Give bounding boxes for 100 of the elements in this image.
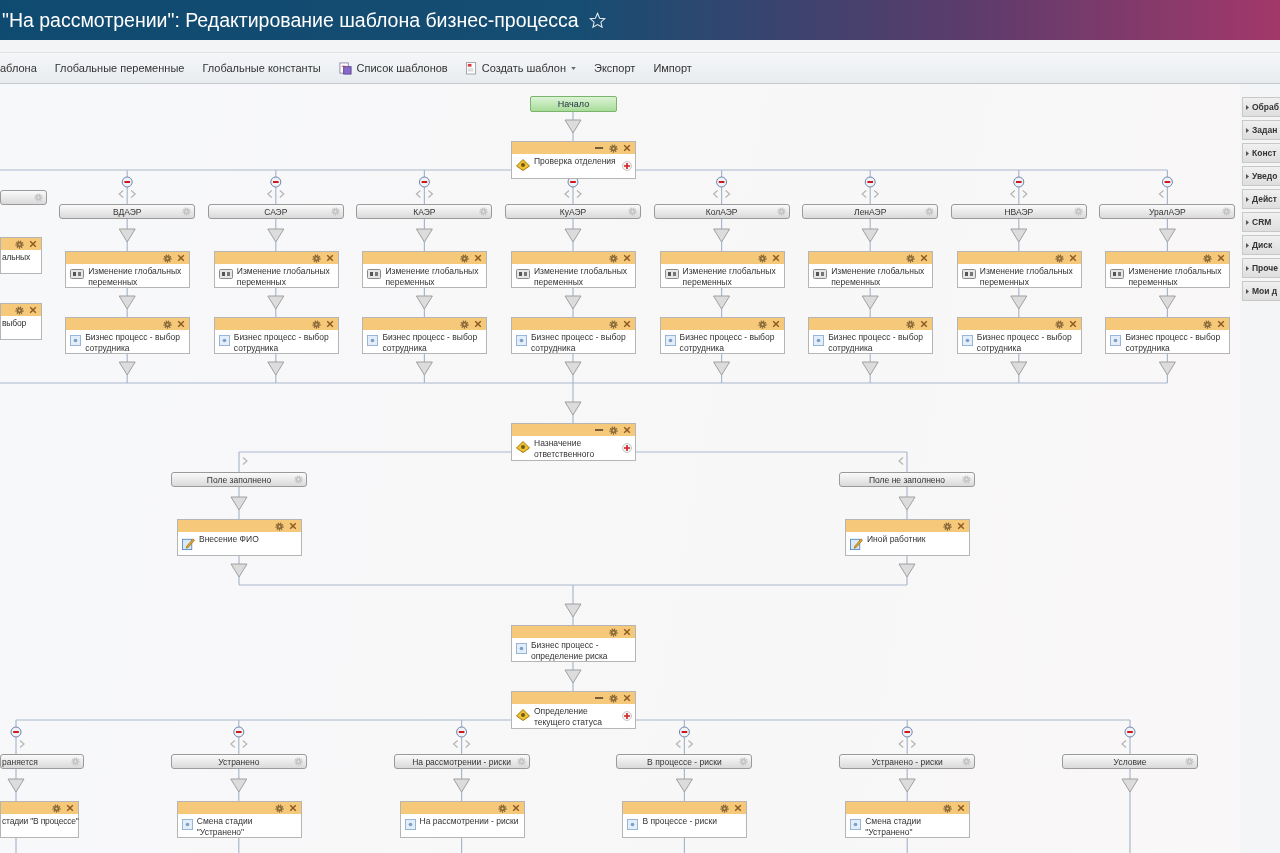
toolbar-button[interactable]: Глобальные константы xyxy=(194,62,329,74)
gear-icon[interactable] xyxy=(1054,319,1064,329)
gear-icon[interactable] xyxy=(163,253,173,263)
star-icon[interactable] xyxy=(588,11,606,29)
panel-tab[interactable]: Конст xyxy=(1242,143,1280,163)
activity-block[interactable]: Бизнес процесс - выбор сотрудника xyxy=(1105,317,1231,354)
panel-tab[interactable]: Мои д xyxy=(1242,281,1280,301)
close-icon[interactable] xyxy=(1217,254,1226,262)
panel-tab[interactable]: Проче xyxy=(1242,258,1280,278)
remove-branch-button[interactable] xyxy=(1124,726,1136,738)
panel-tab[interactable]: Обраб xyxy=(1242,97,1280,117)
close-icon[interactable] xyxy=(623,144,631,152)
activity-block[interactable]: Бизнес процесс - выбор сотрудника xyxy=(362,317,488,354)
add-branch-button[interactable] xyxy=(622,711,632,721)
close-icon[interactable] xyxy=(288,804,297,812)
activity-block[interactable]: Изменение глобальных переменных xyxy=(65,251,191,288)
remove-branch-button[interactable] xyxy=(456,726,468,738)
activity-block[interactable]: альных xyxy=(0,237,42,274)
close-icon[interactable] xyxy=(771,254,780,262)
activity-block[interactable]: Бизнес процесс - выбор сотрудника xyxy=(213,317,339,354)
toolbar-button[interactable]: Список шаблонов xyxy=(330,61,456,75)
gear-icon[interactable] xyxy=(609,253,618,263)
activity-block[interactable]: Бизнес процесс - выбор сотрудника xyxy=(511,317,636,354)
gear-icon[interactable] xyxy=(274,803,284,813)
gear-icon[interactable] xyxy=(311,253,321,263)
branch-condition-button[interactable]: НВАЭР xyxy=(950,204,1087,219)
add-branch-button[interactable] xyxy=(622,161,632,171)
gear-icon[interactable] xyxy=(906,253,916,263)
branch-condition-button[interactable]: УралАЭР xyxy=(1099,204,1236,219)
remove-branch-button[interactable] xyxy=(678,726,690,738)
activity-block[interactable]: Изменение глобальных переменных xyxy=(659,251,785,288)
add-branch-button[interactable] xyxy=(622,443,632,453)
close-icon[interactable] xyxy=(66,804,74,812)
branch-condition-button[interactable]: КолАЭР xyxy=(653,204,790,219)
activity-block[interactable]: В процессе - риски xyxy=(622,801,748,838)
toolbar-button[interactable]: Создать шаблон xyxy=(457,61,585,75)
gear-icon[interactable] xyxy=(52,803,61,813)
activity-block[interactable]: стадии "В процессе" xyxy=(0,801,79,838)
minimize-icon[interactable] xyxy=(595,428,604,432)
panel-tab[interactable]: Уведо xyxy=(1242,166,1280,186)
branch-condition-button[interactable]: Условие xyxy=(1062,754,1198,769)
gear-icon[interactable] xyxy=(757,253,767,263)
branch-condition-button[interactable]: ВДАЭР xyxy=(59,204,196,219)
toolbar-button[interactable]: Экспорт xyxy=(586,62,644,74)
close-icon[interactable] xyxy=(623,628,631,636)
close-icon[interactable] xyxy=(623,254,631,262)
toolbar-button[interactable]: Импорт xyxy=(645,62,700,74)
gear-icon[interactable] xyxy=(460,253,470,263)
activity-block[interactable]: Иной работник xyxy=(845,519,970,556)
activity-block[interactable]: Бизнес процесс - определение риска xyxy=(511,625,636,662)
branch-condition-button[interactable] xyxy=(0,190,47,205)
gear-icon[interactable] xyxy=(14,239,24,249)
activity-block[interactable]: Бизнес процесс - выбор сотрудника xyxy=(956,317,1082,354)
branch-condition-button[interactable]: Поле заполнено xyxy=(171,472,307,487)
panel-tab[interactable]: CRM xyxy=(1242,212,1280,232)
gear-icon[interactable] xyxy=(609,319,618,329)
branch-condition-button[interactable]: Устранено xyxy=(170,754,307,769)
gear-icon[interactable] xyxy=(1203,253,1213,263)
branch-condition-button[interactable]: КуАЭР xyxy=(505,204,641,219)
activity-block[interactable]: Изменение глобальных переменных xyxy=(213,251,339,288)
close-icon[interactable] xyxy=(957,522,965,530)
remove-branch-button[interactable] xyxy=(1161,176,1173,188)
remove-branch-button[interactable] xyxy=(121,176,133,188)
gear-icon[interactable] xyxy=(757,319,767,329)
chevron-left-icon[interactable] xyxy=(898,456,904,466)
minimize-icon[interactable] xyxy=(595,146,604,150)
activity-block[interactable]: Смена стадии "Устранено" xyxy=(176,801,302,838)
gear-icon[interactable] xyxy=(163,319,173,329)
close-icon[interactable] xyxy=(920,320,929,328)
activity-block[interactable]: Изменение глобальных переменных xyxy=(808,251,934,288)
gear-icon[interactable] xyxy=(1054,253,1064,263)
condition-block[interactable]: Проверка отделения xyxy=(511,141,636,179)
remove-branch-button[interactable] xyxy=(270,176,282,188)
close-icon[interactable] xyxy=(1068,320,1077,328)
branch-condition-button[interactable]: Устранено - риски xyxy=(839,754,976,769)
close-icon[interactable] xyxy=(325,254,334,262)
close-icon[interactable] xyxy=(474,320,483,328)
branch-condition-button[interactable]: На рассмотрении - риски xyxy=(393,754,530,769)
remove-branch-button[interactable] xyxy=(901,726,913,738)
gear-icon[interactable] xyxy=(14,305,24,315)
panel-tab[interactable]: Диск xyxy=(1242,235,1280,255)
remove-branch-button[interactable] xyxy=(864,176,876,188)
close-icon[interactable] xyxy=(623,694,631,702)
branch-condition-button[interactable]: В процессе - риски xyxy=(616,754,753,769)
activity-block[interactable]: На рассмотрении - риски xyxy=(399,801,525,838)
close-icon[interactable] xyxy=(771,320,780,328)
close-icon[interactable] xyxy=(623,320,631,328)
remove-branch-button[interactable] xyxy=(1013,176,1025,188)
panel-tab[interactable]: Дейст xyxy=(1242,189,1280,209)
chevron-right-icon[interactable] xyxy=(242,456,248,466)
gear-icon[interactable] xyxy=(720,803,730,813)
activity-block[interactable]: Внесение ФИО xyxy=(177,519,302,556)
branch-condition-button[interactable]: КАЭР xyxy=(356,204,493,219)
remove-branch-button[interactable] xyxy=(233,726,245,738)
close-icon[interactable] xyxy=(1217,320,1226,328)
gear-icon[interactable] xyxy=(311,319,321,329)
activity-block[interactable]: Изменение глобальных переменных xyxy=(1105,251,1231,288)
gear-icon[interactable] xyxy=(609,425,618,435)
gear-icon[interactable] xyxy=(609,693,618,703)
panel-tab[interactable]: Задан xyxy=(1242,120,1280,140)
